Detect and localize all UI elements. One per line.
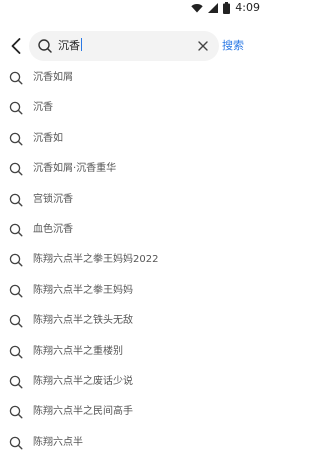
suggestion-item[interactable]: 陈翔六点半 <box>0 428 263 450</box>
suggestion-item[interactable]: 沉香如屑 <box>0 63 263 93</box>
back-button[interactable] <box>6 35 26 57</box>
suggestion-item[interactable]: 沉香 <box>0 93 263 123</box>
search-box[interactable]: 沉香 <box>29 31 219 61</box>
search-icon <box>9 436 23 450</box>
signal-icon <box>208 3 219 13</box>
suggestion-item[interactable]: 陈翔六点半之铁头无敌 <box>0 306 263 336</box>
suggestion-label: 陈翔六点半之拳王妈妈 <box>33 284 133 296</box>
suggestion-item[interactable]: 沉香如屑·沉香重华 <box>0 154 263 184</box>
suggestion-item[interactable]: 陈翔六点半之废话少说 <box>0 367 263 397</box>
suggestion-item[interactable]: 陈翔六点半之拳王妈妈2022 <box>0 245 263 275</box>
suggestion-item[interactable]: 宫锁沉香 <box>0 185 263 215</box>
search-icon <box>9 162 23 176</box>
search-query-text: 沉香 <box>58 39 80 52</box>
suggestion-list: 沉香如屑 沉香 沉香如 沉香如屑·沉香重华 宫锁沉香 血色沉香 陈翔六点半之拳王… <box>0 63 263 450</box>
search-input[interactable]: 沉香 <box>58 36 188 56</box>
clear-icon[interactable] <box>196 39 210 53</box>
search-icon <box>9 406 23 419</box>
search-icon <box>9 345 23 359</box>
suggestion-label: 沉香如屑·沉香重华 <box>33 163 117 175</box>
search-icon <box>9 254 23 267</box>
wifi-icon <box>191 4 203 13</box>
suggestion-label: 陈翔六点半 <box>33 436 83 448</box>
search-icon <box>38 39 52 53</box>
search-icon <box>9 193 23 207</box>
suggestion-item[interactable]: 陈翔六点半之民间高手 <box>0 397 263 427</box>
search-icon <box>9 314 23 328</box>
text-caret <box>81 38 82 51</box>
suggestion-item[interactable]: 陈翔六点半之重楼别 <box>0 337 263 367</box>
status-bar: 4:09 <box>0 0 263 16</box>
search-icon <box>9 102 23 115</box>
suggestion-item[interactable]: 血色沉香 <box>0 215 263 245</box>
status-time: 4:09 <box>235 1 260 14</box>
suggestion-label: 陈翔六点半之拳王妈妈2022 <box>33 254 159 266</box>
back-arrow-icon <box>11 38 21 54</box>
suggestion-label: 沉香如屑 <box>33 72 73 83</box>
suggestion-label: 沉香如 <box>33 132 63 144</box>
suggestion-label: 陈翔六点半之铁头无敌 <box>33 315 133 327</box>
suggestion-label: 血色沉香 <box>33 223 73 235</box>
status-icons: 4:09 <box>191 1 260 15</box>
search-bar: 沉香 搜索 <box>0 31 263 61</box>
suggestion-label: 陈翔六点半之废话少说 <box>33 375 133 387</box>
search-icon <box>9 375 23 389</box>
search-icon <box>9 132 23 146</box>
suggestion-label: 沉香 <box>33 102 53 114</box>
suggestion-label: 宫锁沉香 <box>33 193 73 205</box>
search-icon <box>9 223 23 237</box>
suggestion-item[interactable]: 沉香如 <box>0 124 263 154</box>
search-icon <box>9 71 23 85</box>
suggestion-label: 陈翔六点半之民间高手 <box>33 406 133 418</box>
search-button[interactable]: 搜索 <box>222 36 244 56</box>
search-icon <box>9 284 23 298</box>
suggestion-item[interactable]: 陈翔六点半之拳王妈妈 <box>0 276 263 306</box>
battery-icon <box>223 2 231 14</box>
suggestion-label: 陈翔六点半之重楼别 <box>33 345 123 357</box>
